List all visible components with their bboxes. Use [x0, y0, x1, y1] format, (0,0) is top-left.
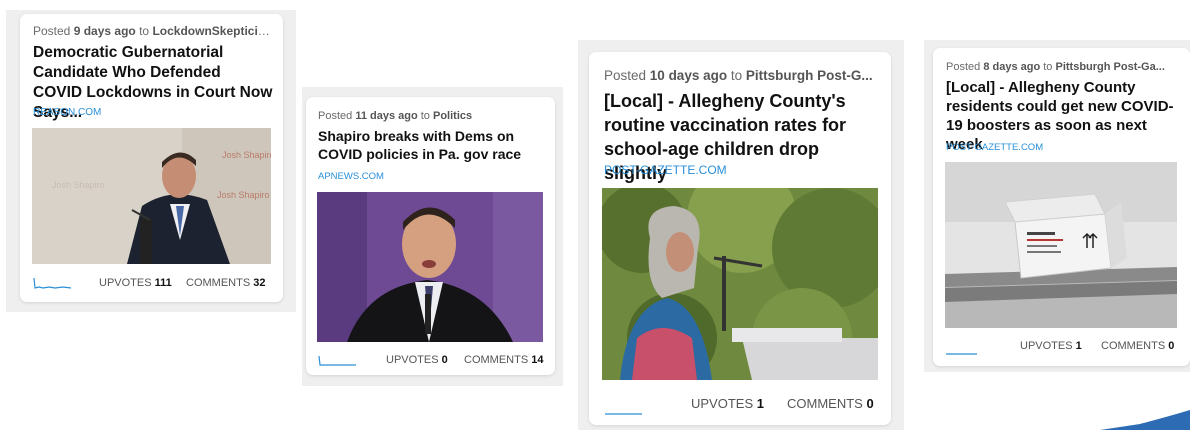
- photo-vaccine-box-icon[interactable]: [945, 162, 1177, 328]
- post-card[interactable]: Posted 11 days ago to Politics Shapiro b…: [306, 97, 555, 375]
- post-meta: Posted 11 days ago to Politics: [318, 110, 473, 122]
- post-age: 8 days ago: [983, 61, 1041, 73]
- community-link[interactable]: Pittsburgh Post-G...: [746, 68, 873, 83]
- post-meta: Posted 9 days ago to LockdownSkepticis..…: [33, 24, 273, 38]
- photo-woman-at-lectern-icon[interactable]: [602, 188, 878, 380]
- post-domain[interactable]: POST-GAZETTE.COM: [946, 142, 1043, 154]
- post-card[interactable]: Posted 9 days ago to LockdownSkepticis..…: [20, 14, 283, 302]
- svg-text:Josh Shapiro: Josh Shapiro: [222, 150, 271, 160]
- trend-sparkline: [33, 277, 72, 289]
- trend-sparkline: [318, 355, 356, 366]
- post-card[interactable]: Posted 8 days ago to Pittsburgh Post-Ga.…: [933, 48, 1190, 366]
- comments-count[interactable]: COMMENTS 0: [787, 396, 874, 411]
- post-meta: Posted 10 days ago to Pittsburgh Post-G.…: [604, 68, 873, 83]
- corner-swoosh-icon: [1100, 410, 1190, 430]
- comments-count[interactable]: COMMENTS 32: [186, 277, 265, 289]
- post-age: 10 days ago: [649, 68, 728, 83]
- comments-count[interactable]: COMMENTS 14: [464, 354, 543, 366]
- upvotes-count: UPVOTES 1: [1020, 340, 1082, 352]
- comments-count[interactable]: COMMENTS 0: [1101, 340, 1174, 352]
- post-domain[interactable]: POST-GAZETTE.COM: [604, 163, 727, 177]
- photo-man-speaking-icon[interactable]: [317, 192, 543, 342]
- community-link[interactable]: LockdownSkepticis...: [152, 24, 273, 38]
- trend-sparkline: [946, 353, 977, 355]
- upvotes-count: UPVOTES 1: [691, 396, 764, 411]
- post-age: 11 days ago: [355, 110, 418, 122]
- post-meta: Posted 8 days ago to Pittsburgh Post-Ga.…: [946, 61, 1165, 73]
- svg-text:Josh Shapiro: Josh Shapiro: [217, 190, 270, 200]
- upvotes-count: UPVOTES 0: [386, 354, 448, 366]
- community-link[interactable]: Pittsburgh Post-Ga...: [1055, 61, 1164, 73]
- post-domain[interactable]: APNEWS.COM: [318, 171, 384, 183]
- community-link[interactable]: Politics: [433, 110, 472, 122]
- post-title[interactable]: Shapiro breaks with Dems on COVID polici…: [318, 127, 546, 163]
- post-card[interactable]: Posted 10 days ago to Pittsburgh Post-G.…: [589, 52, 891, 425]
- post-domain[interactable]: REASON.COM: [33, 107, 101, 119]
- upvotes-count: UPVOTES 111: [99, 277, 172, 289]
- svg-text:Josh Shapiro: Josh Shapiro: [52, 180, 105, 190]
- trend-sparkline: [605, 413, 642, 415]
- post-age: 9 days ago: [73, 24, 136, 38]
- photo-man-at-podium-icon[interactable]: Josh Shapiro Josh Shapiro Josh Shapiro: [32, 128, 271, 264]
